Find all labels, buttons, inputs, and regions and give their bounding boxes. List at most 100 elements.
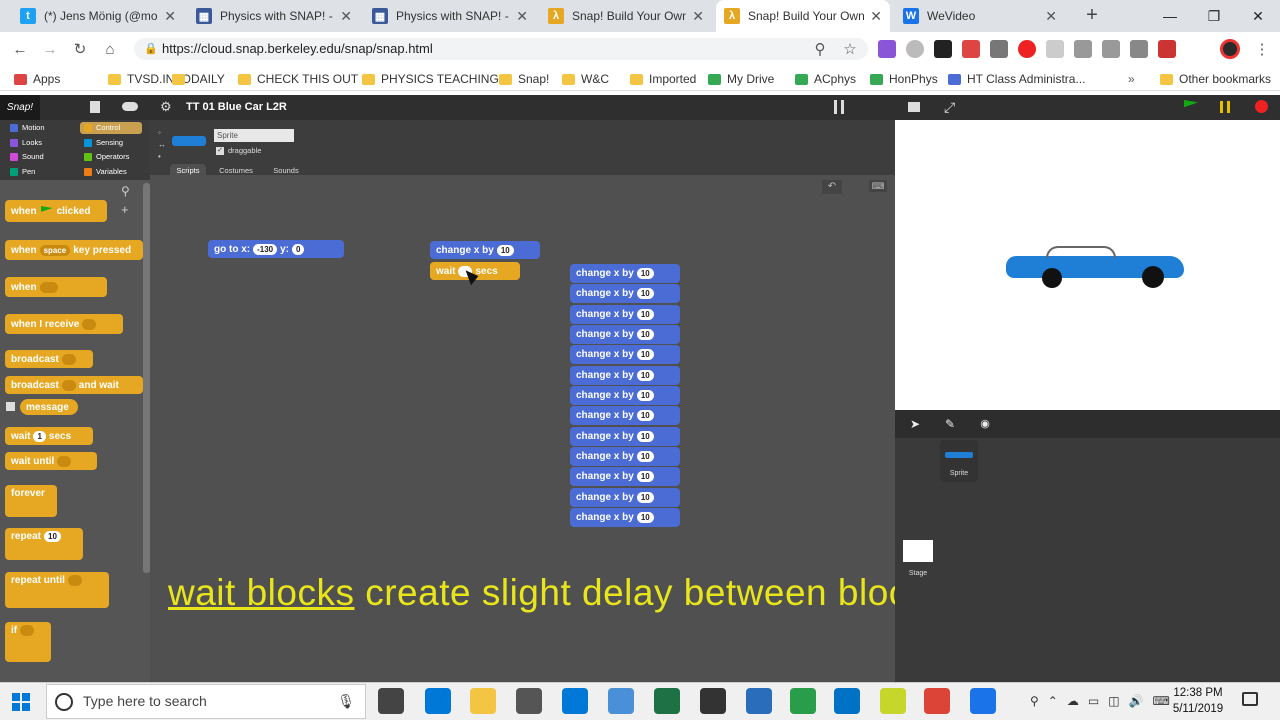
app-icon[interactable] bbox=[880, 688, 906, 714]
app-icon[interactable] bbox=[970, 688, 996, 714]
script-change-x-block[interactable]: change x by 10 bbox=[570, 304, 680, 324]
script-change-x[interactable]: change x by 10 bbox=[430, 241, 540, 259]
palette-when-key-pressed[interactable]: when space key pressed bbox=[5, 240, 143, 260]
palette-forever[interactable]: forever bbox=[5, 485, 57, 517]
bookmark-other[interactable]: Other bookmarks bbox=[1160, 70, 1271, 88]
app-icon[interactable] bbox=[790, 688, 816, 714]
browser-tab[interactable]: W WeVideo ✕ bbox=[895, 0, 1065, 32]
browser-tab[interactable]: ▦ Physics with SNAP! - Th ✕ bbox=[364, 0, 536, 32]
back-icon[interactable]: ← bbox=[10, 39, 30, 59]
close-tab-icon[interactable]: ✕ bbox=[1045, 8, 1057, 25]
bookmark-item[interactable]: CHECK THIS OUT bbox=[238, 70, 358, 88]
address-bar[interactable]: 🔒 https://cloud.snap.berkeley.edu/snap/s… bbox=[134, 38, 868, 60]
bookmark-item[interactable]: DAILY bbox=[172, 70, 225, 88]
bookmark-item[interactable]: Apps bbox=[14, 70, 60, 88]
undo-icon[interactable]: ↶ bbox=[822, 180, 842, 194]
palette-add-icon[interactable]: + bbox=[121, 202, 129, 217]
script-change-x-block[interactable]: change x by 10 bbox=[570, 345, 680, 365]
cloud-icon[interactable] bbox=[122, 102, 138, 111]
outlook-icon[interactable] bbox=[834, 688, 860, 714]
category-pen[interactable]: Pen bbox=[6, 166, 68, 178]
stage-size-icon[interactable] bbox=[834, 100, 844, 114]
bookmark-item[interactable]: HonPhys bbox=[870, 70, 938, 88]
extension-icons[interactable] bbox=[878, 40, 1208, 58]
category-sensing[interactable]: Sensing bbox=[80, 137, 142, 149]
palette-wait-secs[interactable]: wait 1 secs bbox=[5, 427, 93, 445]
corral-sprite-icon[interactable]: Sprite bbox=[940, 440, 978, 482]
new-turtle-sprite-icon[interactable]: ➤ bbox=[905, 417, 925, 431]
camera-icon[interactable]: ◉ bbox=[975, 417, 995, 431]
palette-when-flag-clicked[interactable]: when clicked bbox=[5, 200, 107, 222]
draggable-checkbox[interactable]: ✓ bbox=[216, 147, 224, 155]
bookmark-item[interactable]: Imported bbox=[630, 70, 696, 88]
app-icon[interactable] bbox=[608, 688, 634, 714]
script-change-x-block[interactable]: change x by 10 bbox=[570, 426, 680, 446]
file-icon[interactable] bbox=[90, 101, 100, 113]
file-explorer-icon[interactable] bbox=[470, 688, 496, 714]
close-tab-icon[interactable]: ✕ bbox=[164, 8, 176, 25]
browser-tab[interactable]: λ Snap! Build Your Own B ✕ bbox=[540, 0, 712, 32]
category-motion[interactable]: Motion bbox=[6, 122, 68, 134]
system-tray-icons[interactable]: ⚲ ⌃ ☁ ▭ ◫ 🔊 ⌨ bbox=[1030, 692, 1170, 710]
paint-brush-icon[interactable]: ✎ bbox=[940, 417, 960, 431]
category-control[interactable]: Control bbox=[80, 122, 142, 134]
zoom-icon[interactable]: ⚲ bbox=[810, 39, 830, 59]
script-change-x-block[interactable]: change x by 10 bbox=[570, 507, 680, 527]
new-tab-button[interactable]: + bbox=[1080, 4, 1104, 28]
palette-search-icon[interactable]: ⚲ bbox=[121, 184, 130, 198]
script-change-x-block[interactable]: change x by 10 bbox=[570, 264, 680, 283]
home-icon[interactable]: ⌂ bbox=[100, 39, 120, 59]
browser-tab[interactable]: λ Snap! Build Your Own B ✕ bbox=[716, 0, 890, 32]
settings-icon[interactable]: ⚙ bbox=[160, 99, 172, 115]
bookmark-item[interactable]: Snap! bbox=[499, 70, 549, 88]
close-tab-icon[interactable]: ✕ bbox=[516, 8, 528, 25]
forward-icon[interactable]: → bbox=[40, 39, 60, 59]
script-change-x-block[interactable]: change x by 10 bbox=[570, 324, 680, 344]
script-change-x-block[interactable]: change x by 10 bbox=[570, 446, 680, 466]
profile-avatar[interactable] bbox=[1220, 39, 1240, 59]
bookmark-item[interactable]: W&C bbox=[562, 70, 609, 88]
script-change-x-block[interactable]: change x by 10 bbox=[570, 487, 680, 507]
star-icon[interactable]: ☆ bbox=[840, 39, 860, 59]
excel-icon[interactable] bbox=[654, 688, 680, 714]
close-window-button[interactable]: ✕ bbox=[1236, 0, 1280, 32]
category-looks[interactable]: Looks bbox=[6, 137, 68, 149]
palette-if[interactable]: if bbox=[5, 622, 51, 662]
windows-start-icon[interactable] bbox=[12, 693, 30, 711]
task-view-icon[interactable] bbox=[378, 688, 404, 714]
stage-icon[interactable]: Stage bbox=[900, 538, 936, 580]
app-icon[interactable] bbox=[746, 688, 772, 714]
palette-repeat-until[interactable]: repeat until bbox=[5, 572, 109, 608]
store-icon[interactable] bbox=[562, 688, 588, 714]
close-tab-icon[interactable]: ✕ bbox=[340, 8, 352, 25]
reload-icon[interactable]: ↻ bbox=[70, 39, 90, 59]
app-icon[interactable] bbox=[700, 688, 726, 714]
palette-when-condition[interactable]: when bbox=[5, 277, 107, 297]
notifications-icon[interactable] bbox=[1242, 692, 1258, 706]
presentation-icon[interactable]: ⤢ bbox=[944, 99, 955, 116]
snap-logo[interactable]: Snap! bbox=[0, 95, 40, 120]
category-operators[interactable]: Operators bbox=[80, 151, 142, 163]
browser-tab[interactable]: t (*) Jens Mönig (@moen ✕ bbox=[12, 0, 184, 32]
taskbar-clock[interactable]: 12:38 PM 5/11/2019 bbox=[1168, 685, 1228, 717]
sprite-name-field[interactable]: Sprite bbox=[214, 129, 294, 142]
bookmark-item[interactable]: ACphys bbox=[795, 70, 856, 88]
script-goto-xy[interactable]: go to x: -130 y: 0 bbox=[208, 240, 344, 258]
taskbar-search-box[interactable]: Type here to search 🎙 bbox=[46, 684, 366, 719]
script-change-x-block[interactable]: change x by 10 bbox=[570, 284, 680, 304]
script-change-x-block[interactable]: change x by 10 bbox=[570, 365, 680, 385]
palette-broadcast-and-wait[interactable]: broadcast and wait bbox=[5, 376, 143, 394]
menu-icon[interactable]: ⋮ bbox=[1252, 39, 1272, 59]
pause-icon[interactable] bbox=[1220, 101, 1230, 113]
stop-icon[interactable] bbox=[1255, 100, 1268, 113]
keyboard-icon[interactable]: ⌨ bbox=[869, 180, 887, 192]
message-checkbox[interactable] bbox=[6, 402, 15, 411]
category-variables[interactable]: Variables bbox=[80, 166, 142, 178]
minimize-button[interactable]: — bbox=[1148, 0, 1192, 32]
palette-broadcast[interactable]: broadcast bbox=[5, 350, 93, 368]
normal-stage-icon[interactable] bbox=[908, 102, 920, 112]
browser-tab[interactable]: ▦ Physics with SNAP! - Th ✕ bbox=[188, 0, 360, 32]
script-change-x-block[interactable]: change x by 10 bbox=[570, 467, 680, 487]
category-sound[interactable]: Sound bbox=[6, 151, 68, 163]
bookmark-item[interactable]: PHYSICS TEACHING bbox=[362, 70, 499, 88]
